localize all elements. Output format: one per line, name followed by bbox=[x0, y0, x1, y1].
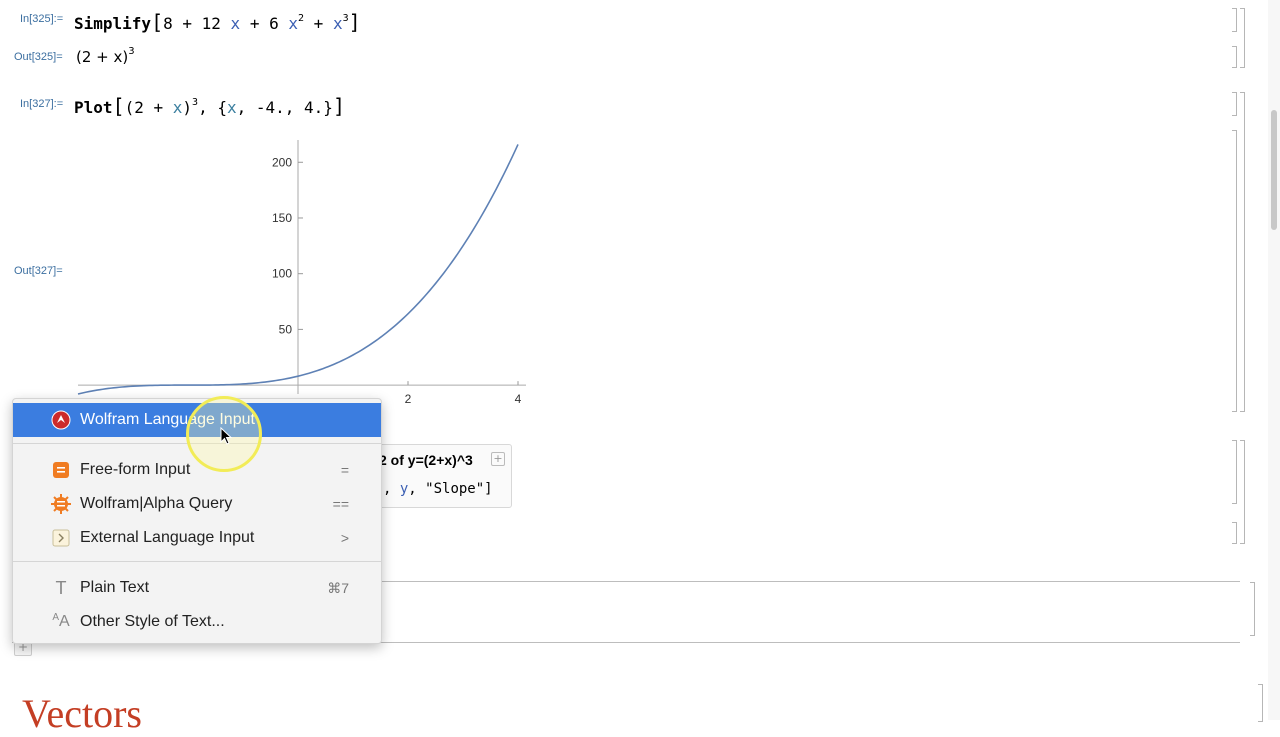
menu-item-plain-text[interactable]: T Plain Text ⌘7 bbox=[13, 571, 381, 605]
out325-label: Out[325]= bbox=[14, 51, 63, 63]
cell-bracket-out325[interactable] bbox=[1232, 46, 1237, 68]
menu-item-shortcut: ⌘7 bbox=[327, 580, 349, 597]
in327-label: In[327]:= bbox=[20, 98, 63, 110]
hidden-cell-title: 2 of y=(2+x)^3 bbox=[379, 452, 473, 468]
add-icon[interactable]: + bbox=[491, 452, 505, 466]
in325-x2: x bbox=[288, 14, 298, 33]
x-tick-label: 4 bbox=[515, 392, 522, 406]
cell-divider bbox=[380, 581, 1240, 582]
cell-bracket-section[interactable] bbox=[1258, 684, 1263, 722]
in327-d: , -4., 4.} bbox=[237, 98, 333, 117]
section-title[interactable]: Vectors bbox=[22, 690, 142, 737]
in325-label: In[325]:= bbox=[20, 13, 63, 25]
cell-bracket-next-out[interactable] bbox=[1232, 522, 1237, 544]
menu-item-other-style-of-text[interactable]: AA Other Style of Text... bbox=[13, 605, 381, 639]
out325-output[interactable]: (2 + x)3 bbox=[76, 48, 135, 66]
in327-func: Plot bbox=[74, 98, 113, 117]
out325-expr: (2 + x) bbox=[76, 48, 128, 66]
y-tick-label: 200 bbox=[272, 155, 292, 169]
group-bracket-325[interactable] bbox=[1240, 8, 1245, 68]
text-style-icon: AA bbox=[50, 611, 72, 633]
plain-text-icon: T bbox=[50, 577, 72, 599]
mouse-pointer-icon bbox=[220, 427, 234, 447]
hidden-cell-code: , y, "Slope"] bbox=[383, 481, 493, 497]
y-tick-label: 100 bbox=[272, 267, 292, 281]
scrollbar-thumb[interactable] bbox=[1271, 110, 1277, 230]
hidden-cell-frame[interactable]: 2 of y=(2+x)^3 + , y, "Slope"] bbox=[362, 444, 512, 508]
menu-item-external-language-input[interactable]: External Language Input > bbox=[13, 521, 381, 555]
cell-bracket-next[interactable] bbox=[1232, 440, 1237, 504]
menu-item-label: Plain Text bbox=[80, 579, 149, 597]
plot-output[interactable]: 50 100 150 200 2 4 bbox=[70, 130, 530, 410]
in325-x3: x bbox=[333, 14, 343, 33]
cell-bracket-text[interactable] bbox=[1250, 582, 1255, 636]
menu-item-shortcut: == bbox=[333, 496, 349, 512]
in325-part0: 8 + 12 bbox=[163, 14, 230, 33]
out325-exp: 3 bbox=[128, 46, 134, 57]
in325-exp2: 2 bbox=[298, 13, 304, 24]
menu-item-label: External Language Input bbox=[80, 529, 254, 547]
in325-exp3: 3 bbox=[343, 13, 349, 24]
bracket-open: [ bbox=[151, 10, 163, 34]
in327-c: , { bbox=[198, 98, 227, 117]
freeform-icon bbox=[50, 459, 72, 481]
code-fragment-a: , bbox=[383, 481, 400, 497]
menu-separator bbox=[13, 561, 381, 562]
out327-label: Out[327]= bbox=[14, 265, 63, 277]
in327-exp: 3 bbox=[192, 97, 198, 108]
y-tick-label: 50 bbox=[279, 322, 293, 336]
code-fragment-b: , "Slope"] bbox=[408, 481, 492, 497]
in327-x: x bbox=[173, 98, 183, 117]
menu-item-label: Free-form Input bbox=[80, 461, 190, 479]
in325-part2: + 6 bbox=[240, 14, 288, 33]
y-tick-label: 150 bbox=[272, 211, 292, 225]
cell-bracket-in327[interactable] bbox=[1232, 92, 1237, 116]
in325-input[interactable]: Simplify[8 + 12 x + 6 x2 + x3] bbox=[74, 10, 361, 34]
in327-b: ) bbox=[182, 98, 192, 117]
cell-bracket-next-group[interactable] bbox=[1240, 440, 1245, 544]
bracket-close: ] bbox=[349, 10, 361, 34]
cell-bracket-out327[interactable] bbox=[1232, 130, 1237, 412]
wolfram-alpha-icon bbox=[50, 493, 72, 515]
bracket-close: ] bbox=[333, 94, 345, 118]
in327-a: (2 + bbox=[125, 98, 173, 117]
in325-func: Simplify bbox=[74, 14, 151, 33]
menu-item-shortcut: = bbox=[341, 462, 349, 478]
cell-bracket-in325[interactable] bbox=[1232, 8, 1237, 32]
group-bracket-327[interactable] bbox=[1240, 92, 1245, 412]
x-tick-label: 2 bbox=[405, 392, 412, 406]
in327-x2: x bbox=[227, 98, 237, 117]
bracket-open: [ bbox=[113, 94, 125, 118]
menu-item-shortcut: > bbox=[341, 530, 349, 546]
menu-item-label: Other Style of Text... bbox=[80, 613, 225, 631]
in325-part5: + bbox=[304, 14, 333, 33]
in325-x1: x bbox=[231, 14, 241, 33]
in327-input[interactable]: Plot[(2 + x)3, {x, -4., 4.}] bbox=[74, 94, 345, 118]
wolfram-spikey-icon bbox=[50, 409, 72, 431]
scrollbar[interactable] bbox=[1268, 0, 1280, 720]
menu-item-label: Wolfram|Alpha Query bbox=[80, 495, 232, 513]
external-language-icon bbox=[50, 527, 72, 549]
menu-item-wolfram-alpha-query[interactable]: Wolfram|Alpha Query == bbox=[13, 487, 381, 521]
